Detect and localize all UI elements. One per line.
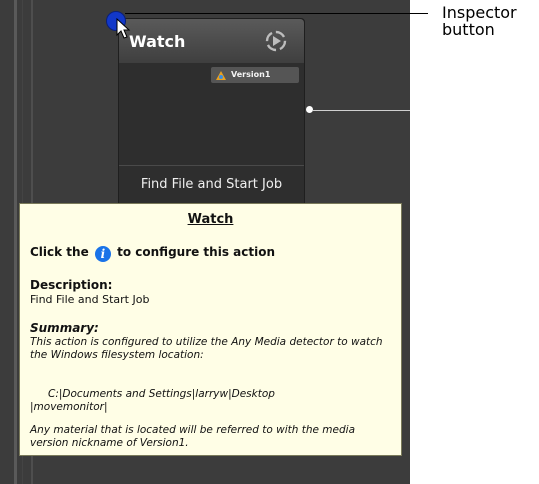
instruction-suffix: to configure this action: [117, 245, 275, 259]
node-footer: Find File and Start Job: [140, 177, 283, 192]
version-label: Version1: [231, 70, 271, 79]
cursor-arrow-icon: [116, 18, 131, 39]
tooltip-title: Watch: [187, 212, 234, 227]
description-value: Find File and Start Job: [30, 293, 150, 306]
node-title: Watch: [129, 32, 186, 51]
canvas-rail: [14, 0, 17, 484]
watch-path-line-1: C:|Documents and Settings|larryw|Desktop: [48, 388, 275, 400]
callout-label: Inspector button: [442, 4, 538, 38]
callout-line-2: button: [442, 20, 495, 39]
instruction-prefix: Click the: [30, 245, 89, 259]
watch-action-node[interactable]: Watch Version1 Find File and Start Job: [118, 18, 305, 210]
final-note: Any material that is located will be ref…: [30, 424, 356, 449]
summary-text: This action is configured to utilize the…: [30, 336, 383, 361]
watch-path-line-2: |movemonitor|: [30, 401, 108, 413]
node-divider: [119, 165, 304, 166]
action-tooltip: Watch Click the i to configure this acti…: [19, 203, 402, 456]
summary-label: Summary:: [30, 321, 99, 335]
version-tag: Version1: [211, 67, 299, 83]
description-label: Description:: [30, 278, 113, 292]
media-detector-icon: [216, 71, 226, 80]
tooltip-instruction: Click the i to configure this action: [30, 245, 275, 262]
node-header: Watch: [119, 19, 304, 63]
info-icon: i: [94, 246, 111, 262]
watch-path: C:|Documents and Settings|larryw|Desktop…: [30, 388, 392, 414]
output-connector[interactable]: [306, 106, 313, 113]
play-cycle-icon[interactable]: [264, 29, 288, 53]
callout-line-1: Inspector: [442, 3, 517, 22]
connection-line: [313, 110, 410, 111]
callout-line: [125, 13, 428, 14]
